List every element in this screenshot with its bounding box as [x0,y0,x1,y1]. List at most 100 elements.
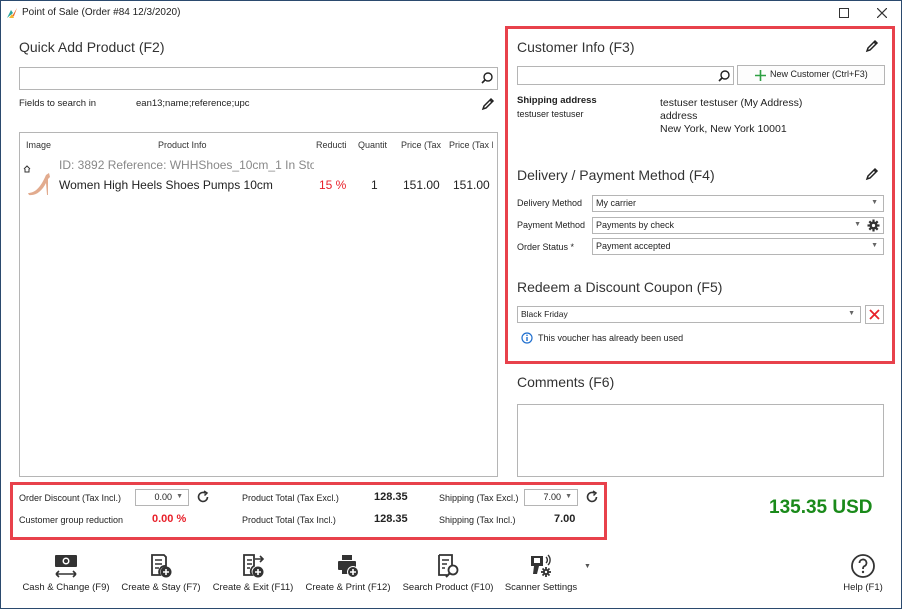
order-status-label: Order Status * [517,242,575,252]
create-stay-label: Create & Stay (F7) [121,582,201,593]
info-icon [521,332,533,344]
column-header-price-incl[interactable]: Price (Tax I [449,140,493,150]
product-reduction: 15 % [319,178,347,192]
refresh-discount-icon[interactable] [196,490,210,504]
product-name: Women High Heels Shoes Pumps 10cm [59,178,273,192]
quick-add-title: Quick Add Product (F2) [19,39,165,55]
coupon-message: This voucher has already been used [538,333,684,343]
payment-method-value: Payments by check [596,220,675,230]
help-icon [851,554,875,578]
product-price-excl: 151.00 [403,178,440,192]
table-row[interactable]: ID: 3892 Reference: WHHShoes_10cm_1 In S… [20,155,497,203]
chevron-down-icon: ▼ [848,310,855,317]
product-total-incl-label: Product Total (Tax Incl.) [242,515,336,525]
shipping-incl-value: 7.00 [554,513,576,525]
maximize-button[interactable] [829,4,859,22]
group-reduction-label: Customer group reduction [19,515,124,525]
chevron-down-icon: ▼ [565,493,572,500]
product-quantity[interactable]: 1 [371,178,378,192]
plus-icon [755,70,766,81]
search-product-label: Search Product (F10) [402,582,494,593]
edit-delivery-pencil-icon[interactable] [865,167,879,181]
print-add-icon [338,555,359,578]
edit-customer-pencil-icon[interactable] [865,39,879,53]
search-product-button[interactable]: Search Product (F10) [399,553,497,593]
chevron-down-icon: ▼ [176,493,183,500]
payment-method-select[interactable]: Payments by check ▼ [592,217,884,234]
column-header-product-info[interactable]: Product Info [158,140,207,150]
shipping-customer-name: testuser testuser [517,109,584,119]
payment-settings-gear-icon[interactable] [867,219,880,232]
cash-change-label: Cash & Change (F9) [22,582,110,593]
chevron-down-icon: ▼ [854,221,861,228]
payment-method-label: Payment Method [517,220,586,230]
order-status-select[interactable]: Payment accepted ▼ [592,238,884,255]
coupon-select[interactable]: Black Friday ▼ [517,306,861,323]
order-discount-input[interactable]: 0.00 ▼ [135,489,189,506]
shipping-excl-input[interactable]: 7.00 ▼ [524,489,578,506]
order-status-value: Payment accepted [596,241,671,251]
delivery-method-value: My carrier [596,198,636,208]
maximize-icon [839,8,849,18]
create-print-label: Create & Print (F12) [305,582,391,593]
shipping-excl-label: Shipping (Tax Excl.) [439,493,519,503]
coupon-title: Redeem a Discount Coupon (F5) [517,279,723,295]
address-line-3: New York, New York 10001 [660,123,787,135]
create-exit-button[interactable]: Create & Exit (F11) [208,553,298,593]
order-discount-label: Order Discount (Tax Incl.) [19,493,122,503]
grand-total: 135.35 USD [769,497,873,518]
product-total-excl-value: 128.35 [374,491,408,503]
search-icon[interactable] [718,70,730,82]
close-icon [876,7,888,19]
comments-textarea[interactable] [517,404,884,477]
product-total-incl-value: 128.35 [374,513,408,525]
app-logo-icon [7,8,17,18]
column-header-image[interactable]: Image [26,140,51,150]
products-table: Image Product Info Reducti Quantit Price… [19,132,498,477]
remove-coupon-button[interactable] [865,305,884,324]
customer-info-title: Customer Info (F3) [517,39,635,55]
fields-to-search-label: Fields to search in [19,98,97,109]
chevron-down-icon: ▼ [871,199,878,206]
scanner-settings-button[interactable]: Scanner Settings [500,553,582,593]
new-customer-button[interactable]: New Customer (Ctrl+F3) [737,65,885,85]
edit-fields-pencil-icon[interactable] [481,97,495,111]
column-header-price-excl[interactable]: Price (Tax [401,140,441,150]
pos-window: Point of Sale (Order #84 12/3/2020) Quic… [0,0,902,609]
product-info-line: ID: 3892 Reference: WHHShoes_10cm_1 In S… [59,158,314,172]
new-customer-label: New Customer (Ctrl+F3) [770,69,868,79]
scanner-settings-icon [531,554,551,577]
toolbar-overflow-dropdown[interactable]: ▼ [584,563,591,570]
product-thumbnail [28,173,50,196]
refresh-shipping-icon[interactable] [585,490,599,504]
cash-change-button[interactable]: Cash & Change (F9) [19,553,113,593]
create-print-button[interactable]: Create & Print (F12) [301,553,395,593]
create-stay-button[interactable]: Create & Stay (F7) [117,553,205,593]
delivery-method-select[interactable]: My carrier ▼ [592,195,884,212]
address-line-2: address [660,110,698,122]
document-search-icon [438,554,459,578]
close-button[interactable] [867,4,897,22]
help-button[interactable]: Help (F1) [837,553,889,593]
group-reduction-value: 0.00 % [152,513,187,525]
shipping-address-label: Shipping address [517,95,597,106]
delivery-payment-title: Delivery / Payment Method (F4) [517,167,715,183]
close-icon [869,309,880,320]
search-icon[interactable] [481,72,493,84]
customer-search-input[interactable] [517,66,734,85]
cash-icon [55,555,77,578]
column-header-reduction[interactable]: Reducti [316,140,350,150]
document-exit-icon [243,554,265,578]
fields-to-search-value: ean13;name;reference;upc [136,98,250,109]
product-search-input[interactable] [19,67,498,90]
title-bar: Point of Sale (Order #84 12/3/2020) [1,1,901,25]
column-header-quantity[interactable]: Quantit [358,140,392,150]
help-label: Help (F1) [843,582,883,593]
address-line-1: testuser testuser (My Address) [660,97,803,109]
create-exit-label: Create & Exit (F11) [212,582,294,593]
scanner-settings-label: Scanner Settings [504,582,578,593]
coupon-value: Black Friday [521,309,568,319]
shipping-excl-value: 7.00 [543,492,561,502]
shipping-incl-label: Shipping (Tax Incl.) [439,515,516,525]
product-total-excl-label: Product Total (Tax Excl.) [242,493,339,503]
